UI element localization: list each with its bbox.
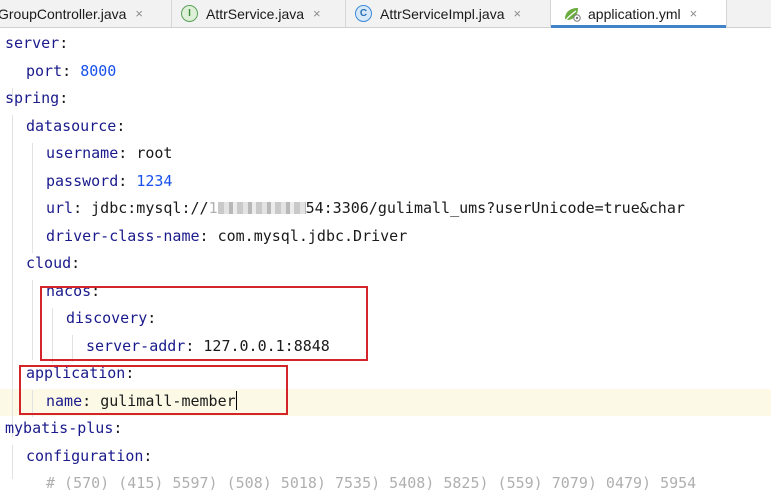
code-line: password: 1234 xyxy=(46,171,173,190)
code-line: spring: xyxy=(5,89,69,107)
code-line: mybatis-plus: xyxy=(5,419,123,437)
code-line: port: 8000 xyxy=(26,61,117,80)
spring-leaf-icon xyxy=(563,6,581,22)
tab-application-yml[interactable]: application.yml × xyxy=(551,0,727,28)
code-line: driver-class-name: com.mysql.jdbc.Driver xyxy=(46,226,408,245)
close-icon[interactable]: × xyxy=(690,6,698,21)
code-line: cloud: xyxy=(26,254,81,272)
code-line: username: root xyxy=(46,144,173,162)
code-line: datasource: xyxy=(26,116,126,135)
code-line: configuration: xyxy=(26,446,153,465)
close-icon[interactable]: × xyxy=(513,6,521,21)
tab-attr-service-impl[interactable]: C AttrServiceImpl.java × xyxy=(346,0,551,27)
code-line: server: xyxy=(5,34,69,52)
code-editor[interactable]: server: port: 8000 spring: datasource: u… xyxy=(0,28,771,492)
indent-guide xyxy=(32,280,33,360)
close-icon[interactable]: × xyxy=(313,6,321,21)
indent-guide xyxy=(12,445,13,479)
tab-label: AttrServiceImpl.java xyxy=(380,5,505,22)
tab-attr-service[interactable]: I AttrService.java × xyxy=(172,0,346,27)
tab-label: application.yml xyxy=(588,5,681,22)
code-line: url: jdbc:mysql://1 54:3306/gulimall_ums?… xyxy=(46,199,685,217)
code-line-partial: # (570) (415) 5597) (508) 5018) 7535) 54… xyxy=(46,474,697,492)
indent-guide xyxy=(12,115,13,437)
nacos-highlight-box xyxy=(40,286,368,361)
class-icon: C xyxy=(355,5,372,22)
editor-tab-bar: GroupController.java × I AttrService.jav… xyxy=(0,0,771,28)
tab-group-controller[interactable]: GroupController.java × xyxy=(0,0,172,27)
redacted-region xyxy=(217,202,306,214)
close-icon[interactable]: × xyxy=(135,6,143,21)
indent-guide xyxy=(32,143,33,253)
interface-icon: I xyxy=(181,5,198,22)
tab-label: GroupController.java xyxy=(0,5,127,22)
tab-label: AttrService.java xyxy=(206,5,305,22)
application-highlight-box xyxy=(19,365,288,415)
